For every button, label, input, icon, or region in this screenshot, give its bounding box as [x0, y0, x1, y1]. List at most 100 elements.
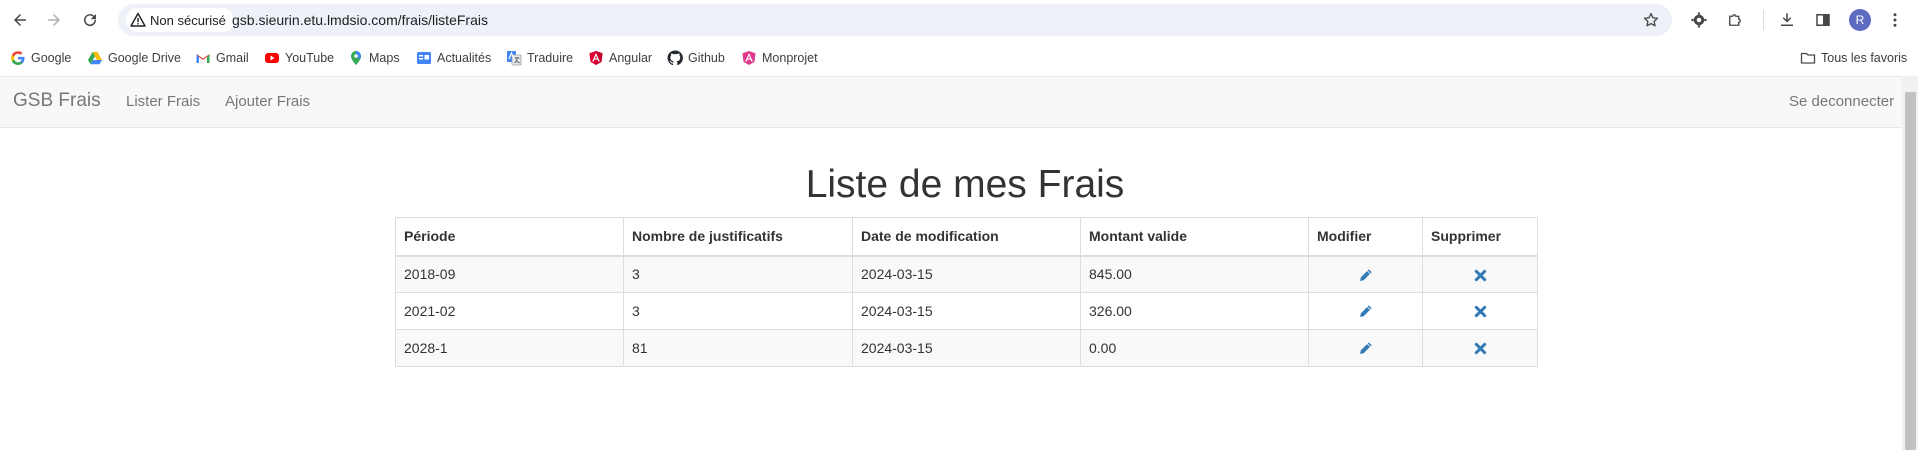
page-title: Liste de mes Frais — [805, 163, 1125, 206]
arrow-left-icon — [14, 14, 26, 26]
cell-date: 2024-03-15 — [852, 255, 1081, 293]
maps-icon — [348, 50, 364, 66]
browser-menu-button[interactable] — [1884, 9, 1906, 31]
star-icon[interactable] — [1642, 11, 1660, 29]
forward-button[interactable] — [42, 8, 66, 32]
logout-link[interactable]: Se deconnecter — [1789, 93, 1894, 110]
x-icon — [1474, 269, 1486, 281]
edit-button[interactable] — [1308, 255, 1423, 293]
side-panel-button[interactable] — [1812, 9, 1834, 31]
github-icon — [667, 50, 683, 66]
bookmark-youtube[interactable]: YouTube — [264, 48, 334, 68]
download-icon — [1781, 13, 1793, 26]
address-bar[interactable]: Non sécurisé gsb.sieurin.etu.lmdsio.com/… — [118, 4, 1672, 36]
column-header-supprimer: Supprimer — [1422, 217, 1538, 257]
pencil-icon — [1360, 342, 1372, 355]
bookmark-monprojet[interactable]: Monprojet — [741, 48, 818, 68]
table-row: 2018-09 3 2024-03-15 845.00 — [395, 255, 1538, 293]
x-icon — [1474, 306, 1486, 318]
arrow-right-icon — [48, 14, 60, 26]
url-text[interactable]: gsb.sieurin.etu.lmdsio.com/frais/listeFr… — [232, 12, 488, 28]
cell-date: 2024-03-15 — [852, 292, 1081, 330]
warning-icon — [130, 12, 146, 27]
cell-justificatifs: 3 — [623, 292, 853, 330]
edit-button[interactable] — [1308, 329, 1423, 367]
bookmark-github[interactable]: Github — [667, 48, 725, 68]
extensions-button[interactable] — [1724, 9, 1746, 31]
frais-table: Période Nombre de justificatifs Date de … — [395, 217, 1538, 367]
brand-link[interactable]: GSB Frais — [13, 90, 101, 112]
table-header-row: Période Nombre de justificatifs Date de … — [395, 217, 1538, 257]
column-header-montant: Montant valide — [1080, 217, 1309, 257]
bookmarks-bar: Google Google Drive Gmail YouTube Maps A… — [0, 40, 1918, 76]
bookmark-google-drive[interactable]: Google Drive — [87, 48, 181, 68]
column-header-modifier: Modifier — [1308, 217, 1423, 257]
toolbar-separator — [1763, 10, 1764, 30]
back-button[interactable] — [8, 8, 32, 32]
all-bookmarks-button[interactable]: Tous les favoris — [1800, 48, 1907, 68]
translate-icon — [506, 50, 522, 66]
nav-link-ajouter-frais[interactable]: Ajouter Frais — [225, 93, 310, 110]
puzzle-icon — [1729, 14, 1741, 26]
angular-icon — [588, 50, 604, 66]
bookmark-label: Gmail — [216, 51, 249, 65]
bookmark-label: Github — [688, 51, 725, 65]
bookmark-angular[interactable]: Angular — [588, 48, 652, 68]
pencil-icon — [1360, 305, 1372, 318]
bookmark-label: Monprojet — [762, 51, 818, 65]
x-icon — [1474, 343, 1486, 355]
bookmark-google[interactable]: Google — [10, 48, 71, 68]
bookmark-label: YouTube — [285, 51, 335, 65]
cell-justificatifs: 81 — [623, 329, 853, 367]
scrollbar-thumb[interactable] — [1905, 92, 1916, 450]
cell-periode: 2028-1 — [395, 329, 624, 367]
bookmark-label: Maps — [369, 51, 400, 65]
table-row: 2028-1 81 2024-03-15 0.00 — [395, 329, 1538, 367]
pencil-icon — [1360, 269, 1372, 281]
extension-gear-button[interactable] — [1688, 9, 1710, 31]
bookmark-label: Google Drive — [108, 51, 181, 65]
cell-montant: 0.00 — [1080, 329, 1309, 367]
gear-icon — [1691, 12, 1707, 28]
delete-button[interactable] — [1422, 255, 1538, 293]
cell-date: 2024-03-15 — [852, 329, 1081, 367]
column-header-periode: Période — [395, 217, 624, 257]
security-chip[interactable]: Non sécurisé — [126, 8, 234, 32]
reload-button[interactable] — [78, 8, 102, 32]
bookmark-label: Angular — [609, 51, 653, 65]
bookmark-maps[interactable]: Maps — [348, 48, 400, 68]
security-label: Non sécurisé — [150, 12, 226, 28]
bookmark-label: Google — [31, 51, 72, 65]
cell-montant: 326.00 — [1080, 292, 1309, 330]
column-header-justificatifs: Nombre de justificatifs — [623, 217, 853, 257]
cell-montant: 845.00 — [1080, 255, 1309, 293]
delete-button[interactable] — [1422, 292, 1538, 330]
nav-link-lister-frais[interactable]: Lister Frais — [126, 93, 200, 110]
google-icon — [10, 50, 26, 66]
bookmark-gmail[interactable]: Gmail — [195, 48, 249, 68]
delete-button[interactable] — [1422, 329, 1538, 367]
bookmark-actualites[interactable]: Actualités — [416, 48, 491, 68]
bookmark-label: Traduire — [527, 51, 574, 65]
angular-icon — [741, 50, 757, 66]
cell-periode: 2021-02 — [395, 292, 624, 330]
gmail-icon — [195, 50, 211, 66]
bookmark-label: Actualités — [437, 51, 492, 65]
all-bookmarks-label: Tous les favoris — [1821, 51, 1908, 65]
kebab-menu-icon — [1893, 13, 1897, 27]
browser-toolbar: Non sécurisé gsb.sieurin.etu.lmdsio.com/… — [0, 0, 1918, 40]
reload-icon — [84, 14, 97, 27]
cell-periode: 2018-09 — [395, 255, 624, 293]
downloads-button[interactable] — [1776, 9, 1798, 31]
edit-button[interactable] — [1308, 292, 1423, 330]
profile-avatar[interactable]: R — [1849, 9, 1871, 31]
column-header-date: Date de modification — [852, 217, 1081, 257]
folder-icon — [1800, 50, 1816, 66]
news-icon — [416, 50, 432, 66]
youtube-icon — [264, 50, 280, 66]
cell-justificatifs: 3 — [623, 255, 853, 293]
app-navbar: GSB Frais Lister Frais Ajouter Frais Se … — [0, 76, 1902, 128]
google-drive-icon — [87, 50, 103, 66]
table-row: 2021-02 3 2024-03-15 326.00 — [395, 292, 1538, 330]
bookmark-traduire[interactable]: Traduire — [506, 48, 573, 68]
